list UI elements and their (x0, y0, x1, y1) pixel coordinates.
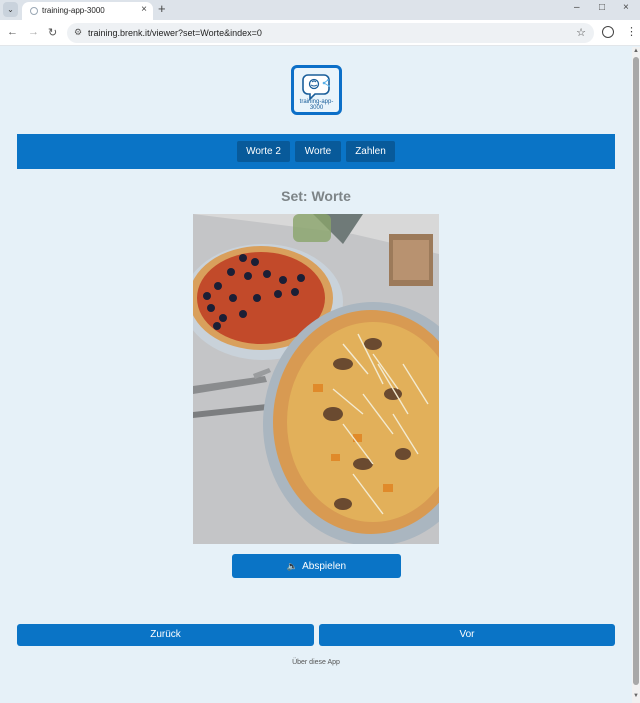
nav-button-zahlen[interactable]: Zahlen (346, 141, 395, 162)
scroll-up-icon[interactable]: ▲ (633, 48, 639, 54)
minimize-icon[interactable]: – (574, 2, 580, 13)
nav-button-worte[interactable]: Worte (295, 141, 341, 162)
menu-kebab-icon[interactable]: ⋮ (626, 25, 637, 38)
page-content: training-app- 3000 Worte 2 Worte Zahlen … (0, 47, 632, 703)
forward-icon[interactable]: → (28, 26, 39, 38)
play-button[interactable]: 🔈 Abspielen (232, 554, 401, 578)
scroll-thumb[interactable] (633, 57, 639, 685)
set-navbar: Worte 2 Worte Zahlen (17, 134, 615, 169)
page-scrollbar[interactable]: ▲ ▼ (632, 47, 640, 703)
browser-toolbar: ← → ↻ ⚙ training.brenk.it/viewer?set=Wor… (0, 20, 640, 46)
reload-icon[interactable]: ↻ (48, 26, 57, 39)
new-tab-icon[interactable]: + (158, 1, 166, 16)
scroll-down-icon[interactable]: ▼ (633, 693, 639, 699)
set-title: Set: Worte (281, 188, 351, 204)
next-button[interactable]: Vor (319, 624, 615, 646)
pizza-photo (193, 214, 439, 544)
site-info-icon[interactable]: ⚙ (74, 27, 82, 38)
logo-text: training-app- 3000 (294, 99, 339, 111)
browser-tab[interactable]: training-app-3000 × (22, 2, 153, 20)
flashcard-image (193, 214, 439, 544)
url-text[interactable]: training.brenk.it/viewer?set=Worte&index… (88, 28, 262, 38)
tab-strip: ⌄ training-app-3000 × + – □ × (0, 0, 640, 20)
tab-search-icon[interactable]: ⌄ (3, 2, 18, 17)
profile-icon[interactable] (602, 26, 614, 38)
play-button-label: Abspielen (302, 561, 347, 572)
about-link[interactable]: Über diese App (0, 659, 632, 666)
favicon-icon (30, 7, 38, 15)
prev-button[interactable]: Zurück (17, 624, 314, 646)
bookmark-star-icon[interactable]: ☆ (576, 26, 586, 39)
back-icon[interactable]: ← (7, 26, 18, 38)
window-close-icon[interactable]: × (623, 2, 629, 13)
tab-title: training-app-3000 (42, 6, 105, 15)
address-bar[interactable]: ⚙ training.brenk.it/viewer?set=Worte&ind… (67, 23, 594, 43)
app-logo[interactable]: training-app- 3000 (291, 65, 342, 115)
nav-button-worte-2[interactable]: Worte 2 (237, 141, 290, 162)
tab-close-icon[interactable]: × (141, 4, 147, 15)
maximize-icon[interactable]: □ (599, 2, 605, 13)
logo-text-line2: 3000 (309, 105, 324, 111)
speaker-icon: 🔈 (286, 561, 299, 571)
